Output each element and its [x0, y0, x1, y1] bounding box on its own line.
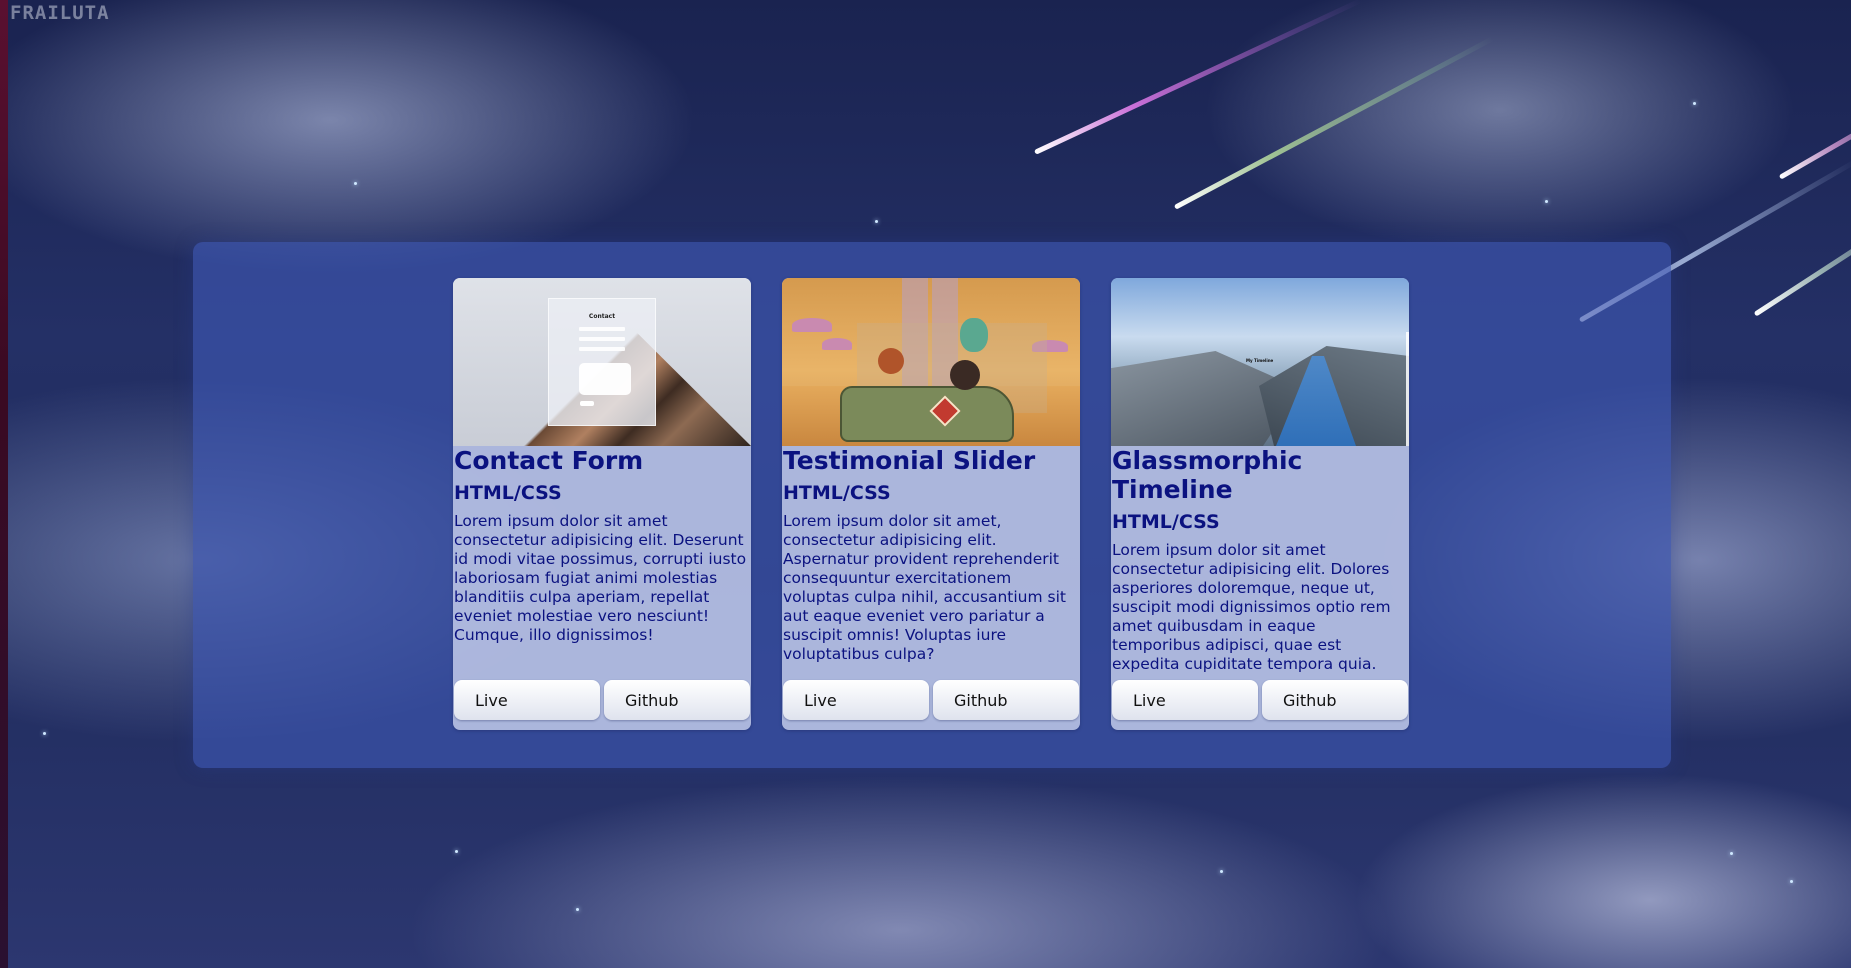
star — [1790, 880, 1793, 883]
project-description: Lorem ipsum dolor sit amet, consectetur … — [783, 512, 1066, 663]
project-actions: Live Github — [454, 680, 750, 720]
preview-field — [579, 347, 625, 351]
preview-button — [580, 401, 594, 406]
star — [576, 908, 579, 911]
project-description: Lorem ipsum dolor sit amet consectetur a… — [454, 512, 747, 644]
preview-textarea — [579, 363, 631, 395]
project-card-testimonial-slider: Testimonial Slider HTML/CSS Lorem ipsum … — [782, 278, 1080, 730]
project-actions: Live Github — [783, 680, 1079, 720]
project-thumbnail: Contact — [453, 278, 751, 446]
tank-shape — [840, 386, 1014, 442]
project-tech: HTML/CSS — [783, 482, 891, 504]
preview-title: My Timeline — [1246, 358, 1274, 363]
character-shape — [950, 360, 980, 390]
star — [1545, 200, 1548, 203]
star — [43, 732, 46, 735]
preview-field — [579, 337, 625, 341]
mushroom-shape — [792, 318, 832, 332]
github-button[interactable]: Github — [933, 680, 1079, 720]
github-button[interactable]: Github — [604, 680, 750, 720]
mushroom-shape — [822, 338, 852, 350]
project-thumbnail — [782, 278, 1080, 446]
character-shape — [878, 348, 904, 374]
project-tech: HTML/CSS — [1112, 511, 1220, 533]
project-thumbnail: My Timeline — [1111, 278, 1409, 446]
star — [354, 182, 357, 185]
star — [1693, 102, 1696, 105]
project-title: Glassmorphic Timeline — [1112, 446, 1303, 504]
project-description: Lorem ipsum dolor sit amet consectetur a… — [1112, 541, 1391, 673]
star — [875, 220, 878, 223]
window-edge — [0, 0, 8, 968]
contact-form-preview: Contact — [548, 298, 656, 426]
live-button[interactable]: Live — [454, 680, 600, 720]
live-button[interactable]: Live — [783, 680, 929, 720]
github-button[interactable]: Github — [1262, 680, 1408, 720]
project-title: Contact Form — [454, 446, 644, 475]
live-button[interactable]: Live — [1112, 680, 1258, 720]
star — [1730, 852, 1733, 855]
star — [455, 850, 458, 853]
preview-title: Contact — [588, 313, 616, 320]
star — [1220, 870, 1223, 873]
preview-field — [579, 327, 625, 331]
project-title: Testimonial Slider — [783, 446, 1036, 475]
page-background: FRAILUTA Contact Contact Form HTML/CSS L… — [0, 0, 1851, 968]
watermark-logo: FRAILUTA — [10, 2, 110, 24]
project-tech: HTML/CSS — [454, 482, 562, 504]
preview-scrollbar — [1406, 332, 1409, 446]
character-shape — [960, 318, 988, 352]
meteor-streak — [1753, 203, 1851, 317]
project-actions: Live Github — [1112, 680, 1408, 720]
project-card-glassmorphic-timeline: My Timeline Glassmorphic Timeline HTML/C… — [1111, 278, 1409, 730]
project-card-contact-form: Contact Contact Form HTML/CSS Lorem ipsu… — [453, 278, 751, 730]
